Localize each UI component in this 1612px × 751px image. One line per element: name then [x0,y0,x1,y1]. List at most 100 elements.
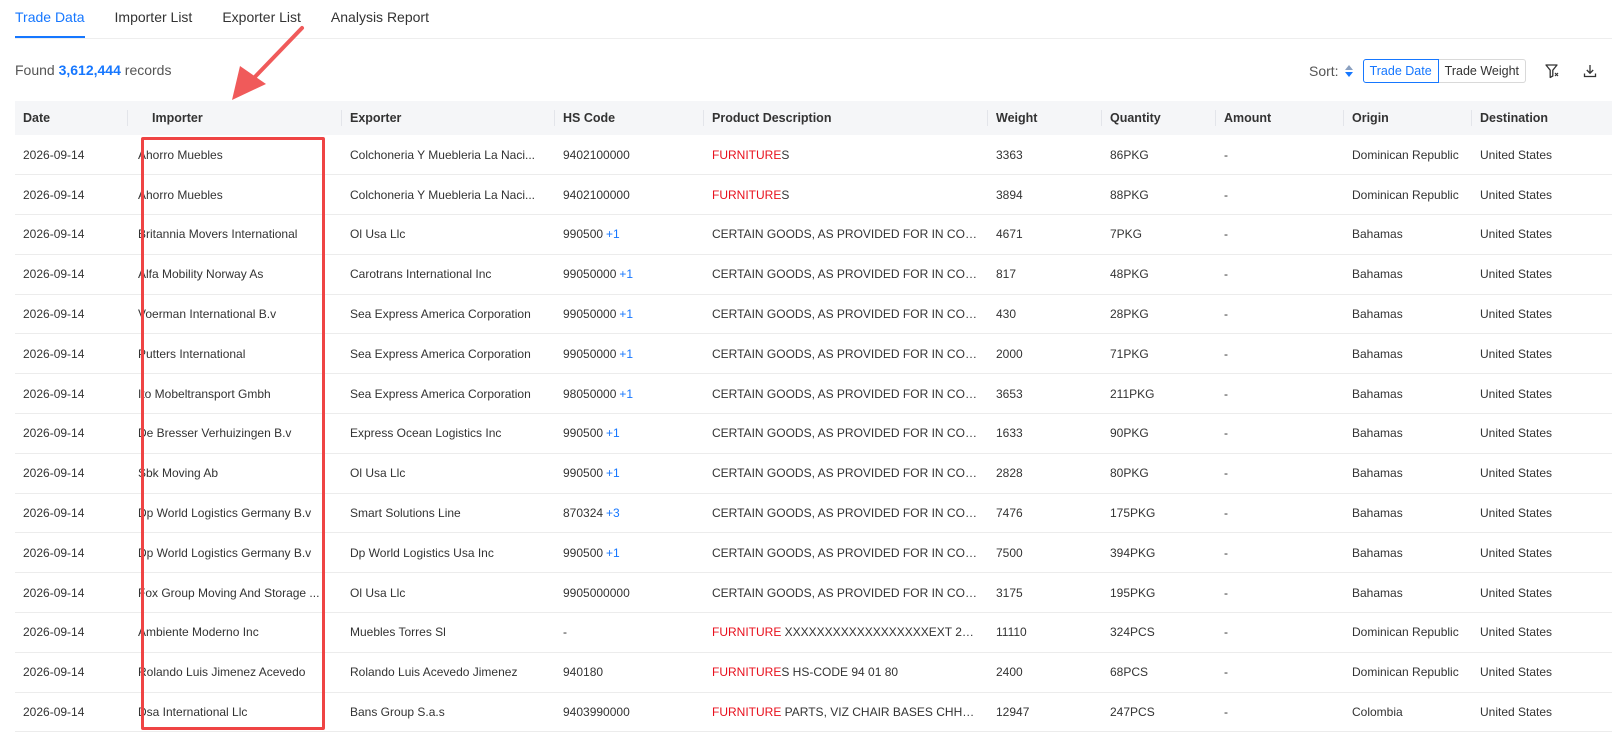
col-header-product-description[interactable]: Product Description [704,101,988,135]
cell-destination: United States [1472,532,1612,574]
cell-importer[interactable]: Ambiente Moderno Inc [128,612,342,653]
cell-importer[interactable]: Ahorro Muebles [128,135,342,176]
sort-bar: Sort: Trade Date Trade Weight [1309,59,1602,83]
table-row[interactable]: 2026-09-14 Putters International Sea Expre… [15,333,1612,375]
hs-more-badge[interactable]: +1 [606,466,620,480]
table-row[interactable]: 2026-09-14 Ahorro Muebles Colchoneria Y Mu… [15,174,1612,216]
download-icon[interactable] [1578,59,1602,83]
cell-exporter[interactable]: Sea Express America Corporation [342,294,555,335]
cell-importer[interactable]: Fox Group Moving And Storage ... [128,572,342,614]
hs-more-badge[interactable]: +3 [606,506,620,520]
records-suffix: records [124,62,172,78]
sort-trade-weight-button[interactable]: Trade Weight [1438,59,1526,83]
sort-icon[interactable] [1344,65,1353,77]
hs-more-badge[interactable]: +1 [619,307,633,321]
cell-exporter[interactable]: Ol Usa Llc [342,572,555,614]
hs-more-badge[interactable]: +1 [619,387,633,401]
cell-importer[interactable]: Dp World Logistics Germany B.v [128,532,342,574]
col-header-hs-code[interactable]: HS Code [555,101,704,135]
cell-exporter[interactable]: Colchoneria Y Muebleria La Naci... [342,135,555,176]
cell-importer[interactable]: Ito Mobeltransport Gmbh [128,373,342,415]
cell-hs-code: 99050000 +1 [555,333,704,375]
cell-exporter[interactable]: Muebles Torres Sl [342,612,555,653]
table-row[interactable]: 2026-09-14 De Bresser Verhuizingen B.v Exp… [15,413,1612,454]
sort-trade-date-button[interactable]: Trade Date [1362,59,1439,83]
cell-quantity: 195PKG [1102,572,1216,614]
cell-origin: Bahamas [1344,413,1472,454]
col-header-destination[interactable]: Destination [1472,101,1612,135]
cell-amount: - [1216,493,1344,534]
cell-destination: United States [1472,453,1612,494]
cell-amount: - [1216,692,1344,733]
table-row[interactable]: 2026-09-14 Dsa International Llc Bans Grou… [15,692,1612,733]
table-row[interactable]: 2026-09-14 Britannia Movers International… [15,214,1612,255]
tab-exporter-list[interactable]: Exporter List [222,0,301,38]
table-row[interactable]: 2026-09-14 Alfa Mobility Norway As Carotra… [15,254,1612,295]
cell-importer[interactable]: Ahorro Muebles [128,174,342,216]
table-row[interactable]: 2026-09-14 Dp World Logistics Germany B.v… [15,532,1612,574]
cell-exporter[interactable]: Carotrans International Inc [342,254,555,295]
table-row[interactable]: 2026-09-14 Ambiente Moderno Inc Muebles To… [15,612,1612,653]
cell-amount: - [1216,294,1344,335]
cell-exporter[interactable]: Smart Solutions Line [342,493,555,534]
cell-exporter[interactable]: Colchoneria Y Muebleria La Naci... [342,174,555,216]
cell-quantity: 86PKG [1102,135,1216,176]
hs-more-badge[interactable]: +1 [619,347,633,361]
cell-exporter[interactable]: Ol Usa Llc [342,453,555,494]
cell-quantity: 394PKG [1102,532,1216,574]
tab-importer-list[interactable]: Importer List [115,0,193,38]
cell-exporter[interactable]: Sea Express America Corporation [342,373,555,415]
cell-origin: Dominican Republic [1344,135,1472,176]
cell-importer[interactable]: Voerman International B.v [128,294,342,335]
cell-importer[interactable]: Alfa Mobility Norway As [128,254,342,295]
cell-importer[interactable]: De Bresser Verhuizingen B.v [128,413,342,454]
hs-more-badge[interactable]: +1 [606,546,620,560]
col-header-exporter[interactable]: Exporter [342,101,555,135]
cell-product-description: CERTAIN GOODS, AS PROVIDED FOR IN COUNCI… [704,532,988,574]
cell-quantity: 175PKG [1102,493,1216,534]
table-row[interactable]: 2026-09-14 Rolando Luis Jimenez Acevedo Ro… [15,652,1612,693]
filter-icon[interactable] [1540,59,1564,83]
cell-importer[interactable]: Dp World Logistics Germany B.v [128,493,342,534]
cell-quantity: 88PKG [1102,174,1216,216]
col-header-date[interactable]: Date [15,101,128,135]
table-row[interactable]: 2026-09-14 Fox Group Moving And Storage .… [15,572,1612,614]
col-header-importer[interactable]: Importer [128,101,342,135]
cell-exporter[interactable]: Bans Group S.a.s [342,692,555,733]
col-header-amount[interactable]: Amount [1216,101,1344,135]
hs-more-badge[interactable]: +1 [606,227,620,241]
cell-origin: Bahamas [1344,532,1472,574]
table-row[interactable]: 2026-09-14 Voerman International B.v Sea E… [15,294,1612,335]
table-row[interactable]: 2026-09-14 Ito Mobeltransport Gmbh Sea Exp… [15,373,1612,415]
table-row[interactable]: 2026-09-14 Sbk Moving Ab Ol Usa Llc 990500 +… [15,453,1612,494]
cell-hs-code: 940180 [555,652,704,693]
cell-hs-code: 870324 +3 [555,493,704,534]
cell-weight: 7500 [988,532,1102,574]
cell-date: 2026-09-14 [15,254,128,295]
table-row[interactable]: 2026-09-14 Dp World Logistics Germany B.v… [15,493,1612,534]
cell-importer[interactable]: Britannia Movers International [128,214,342,255]
tab-analysis-report[interactable]: Analysis Report [331,0,429,38]
cell-exporter[interactable]: Sea Express America Corporation [342,333,555,375]
col-header-origin[interactable]: Origin [1344,101,1472,135]
hs-more-badge[interactable]: +1 [606,426,620,440]
cell-weight: 3175 [988,572,1102,614]
cell-importer[interactable]: Rolando Luis Jimenez Acevedo [128,652,342,693]
cell-date: 2026-09-14 [15,174,128,216]
col-header-weight[interactable]: Weight [988,101,1102,135]
cell-exporter[interactable]: Express Ocean Logistics Inc [342,413,555,454]
cell-importer[interactable]: Dsa International Llc [128,692,342,733]
tab-trade-data[interactable]: Trade Data [15,0,85,38]
cell-destination: United States [1472,254,1612,295]
col-header-quantity[interactable]: Quantity [1102,101,1216,135]
cell-exporter[interactable]: Rolando Luis Acevedo Jimenez [342,652,555,693]
hs-more-badge[interactable]: +1 [619,267,633,281]
cell-exporter[interactable]: Ol Usa Llc [342,214,555,255]
cell-destination: United States [1472,692,1612,733]
table-row[interactable]: 2026-09-14 Ahorro Muebles Colchoneria Y Mu… [15,135,1612,176]
cell-importer[interactable]: Sbk Moving Ab [128,453,342,494]
cell-weight: 3653 [988,373,1102,415]
cell-importer[interactable]: Putters International [128,333,342,375]
cell-weight: 3894 [988,174,1102,216]
cell-exporter[interactable]: Dp World Logistics Usa Inc [342,532,555,574]
